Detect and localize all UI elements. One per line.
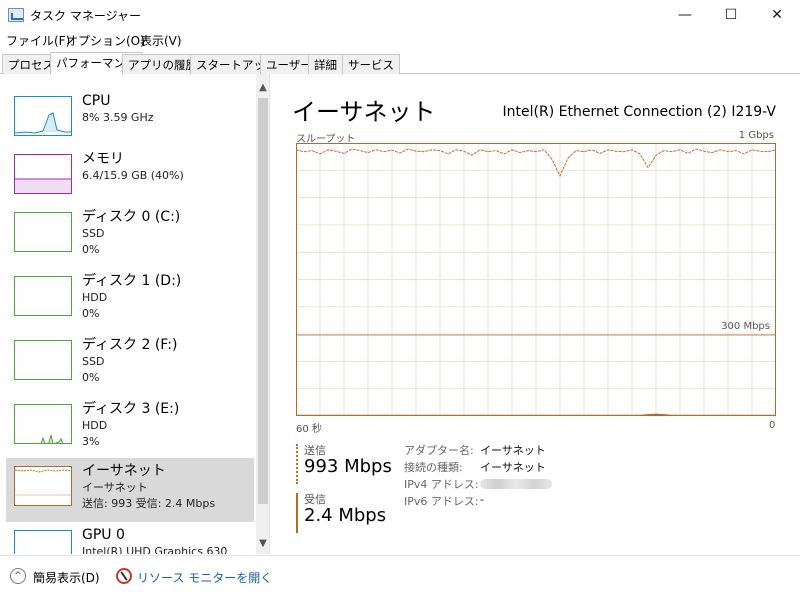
close-button[interactable]: ✕ bbox=[754, 0, 800, 30]
performance-sidebar: CPU 8% 3.59 GHz メモリ 6.4/15.9 GB (40%) ディ… bbox=[0, 74, 270, 554]
property-value: イーサネット bbox=[480, 461, 546, 474]
sidebar-item-usage: 0% bbox=[82, 371, 100, 384]
tab-details[interactable]: 詳細 bbox=[308, 54, 343, 74]
window-title: タスク マネージャー bbox=[30, 9, 141, 23]
ipv4-address-redacted bbox=[480, 476, 552, 492]
maximize-button[interactable]: ☐ bbox=[708, 0, 754, 30]
sidebar-item-title: ディスク 0 (C:) bbox=[82, 209, 181, 225]
send-legend-swatch bbox=[296, 444, 298, 484]
sidebar-item-title: GPU 0 bbox=[82, 527, 125, 543]
sidebar-item-detail: HDD bbox=[82, 419, 108, 432]
menu-options[interactable]: オプション(O) bbox=[66, 32, 145, 49]
property-value: イーサネット bbox=[480, 444, 546, 457]
sidebar-item-detail: イーサネット bbox=[82, 481, 148, 494]
sidebar-item-memory[interactable]: メモリ 6.4/15.9 GB (40%) bbox=[6, 146, 254, 210]
page-title: イーサネット bbox=[292, 98, 436, 126]
property-key: アダプター名: bbox=[404, 444, 474, 457]
sidebar-item-detail: SSD bbox=[82, 227, 105, 240]
chevron-up-icon[interactable]: ^ bbox=[10, 568, 26, 584]
disk-3-thumbnail bbox=[14, 404, 72, 444]
sidebar-item-detail: SSD bbox=[82, 355, 105, 368]
sidebar-item-detail: 6.4/15.9 GB (40%) bbox=[82, 169, 184, 182]
scroll-thumb[interactable] bbox=[258, 98, 268, 504]
property-value: - bbox=[480, 493, 484, 506]
title-bar: タスク マネージャー — ☐ ✕ bbox=[0, 0, 800, 30]
cpu-thumbnail bbox=[14, 96, 72, 136]
sidebar-item-usage: 送信: 993 受信: 2.4 Mbps bbox=[82, 497, 216, 510]
send-value: 993 Mbps bbox=[304, 456, 392, 477]
property-key: IPv6 アドレス: bbox=[404, 495, 479, 508]
sidebar-item-disk-0[interactable]: ディスク 0 (C:) SSD 0% bbox=[6, 204, 254, 268]
receive-value: 2.4 Mbps bbox=[304, 505, 387, 526]
scroll-down-arrow-icon[interactable]: ▼ bbox=[256, 536, 269, 552]
property-key: IPv4 アドレス: bbox=[404, 478, 479, 491]
chart-time-span: 60 秒 bbox=[296, 424, 322, 435]
chart-min-label: 0 bbox=[769, 420, 776, 431]
chart-max-label: 1 Gbps bbox=[738, 130, 774, 141]
resource-monitor-icon bbox=[116, 568, 132, 584]
adapter-name: Intel(R) Ethernet Connection (2) I219-V bbox=[502, 104, 776, 120]
tab-services[interactable]: サービス bbox=[342, 54, 400, 74]
sidebar-item-disk-1[interactable]: ディスク 1 (D:) HDD 0% bbox=[6, 268, 254, 332]
sidebar-item-title: ディスク 3 (E:) bbox=[82, 401, 180, 417]
sidebar-item-detail: 8% 3.59 GHz bbox=[82, 111, 154, 124]
ethernet-thumbnail bbox=[14, 466, 72, 506]
tab-strip: プロセス パフォーマンス アプリの履歴 スタートアップ ユーザー 詳細 サービス bbox=[0, 52, 800, 75]
task-manager-icon bbox=[8, 8, 24, 22]
open-resource-monitor-link[interactable]: リソース モニターを開く bbox=[137, 569, 272, 586]
disk-2-thumbnail bbox=[14, 340, 72, 380]
disk-0-thumbnail bbox=[14, 212, 72, 252]
gpu-0-thumbnail bbox=[14, 530, 72, 554]
sidebar-item-detail: HDD bbox=[82, 291, 108, 304]
menu-view[interactable]: 表示(V) bbox=[140, 32, 182, 49]
property-key: 接続の種類: bbox=[404, 461, 463, 474]
sidebar-item-title: メモリ bbox=[82, 151, 124, 167]
sidebar-item-cpu[interactable]: CPU 8% 3.59 GHz bbox=[6, 88, 254, 152]
sidebar-item-usage: 0% bbox=[82, 307, 100, 320]
chart-scale-label: 300 Mbps bbox=[721, 321, 770, 332]
chart-grid bbox=[296, 143, 776, 416]
receive-legend-swatch bbox=[296, 493, 298, 533]
sidebar-scrollbar[interactable]: ▲ ▼ bbox=[256, 74, 269, 554]
sidebar-item-usage: 0% bbox=[82, 243, 100, 256]
sidebar-item-title: イーサネット bbox=[82, 463, 166, 479]
sidebar-item-usage: 3% bbox=[82, 435, 100, 448]
sidebar-item-detail: Intel(R) UHD Graphics 630 bbox=[82, 545, 228, 554]
sidebar-item-disk-3[interactable]: ディスク 3 (E:) HDD 3% bbox=[6, 396, 254, 460]
sidebar-item-disk-2[interactable]: ディスク 2 (F:) SSD 0% bbox=[6, 332, 254, 396]
footer: ^ 簡易表示(D) リソース モニターを開く bbox=[0, 555, 800, 601]
disk-1-thumbnail bbox=[14, 276, 72, 316]
memory-thumbnail bbox=[14, 154, 72, 194]
menu-file[interactable]: ファイル(F) bbox=[6, 32, 70, 49]
scroll-up-arrow-icon[interactable]: ▲ bbox=[256, 80, 269, 96]
throughput-chart bbox=[296, 143, 776, 416]
sidebar-item-title: ディスク 1 (D:) bbox=[82, 273, 182, 289]
sidebar-item-gpu-0[interactable]: GPU 0 Intel(R) UHD Graphics 630 bbox=[6, 522, 254, 554]
sidebar-item-title: CPU bbox=[82, 93, 111, 109]
sidebar-item-ethernet[interactable]: イーサネット イーサネット 送信: 993 受信: 2.4 Mbps bbox=[6, 458, 254, 522]
sidebar-item-title: ディスク 2 (F:) bbox=[82, 337, 178, 353]
minimize-button[interactable]: — bbox=[662, 0, 708, 30]
menu-bar: ファイル(F) オプション(O) 表示(V) bbox=[0, 30, 800, 50]
fewer-details-button[interactable]: 簡易表示(D) bbox=[33, 569, 100, 586]
